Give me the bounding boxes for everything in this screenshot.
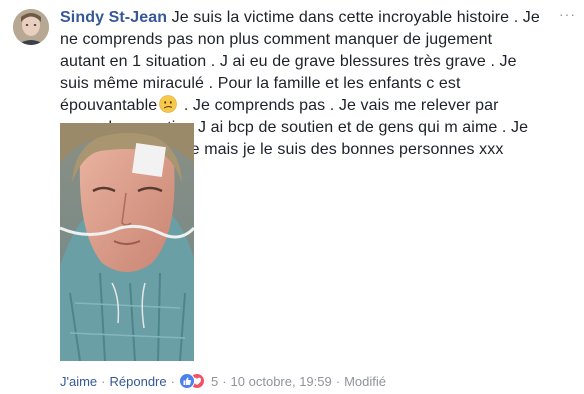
timestamp[interactable]: 10 octobre, 19:59 bbox=[231, 374, 332, 389]
author-name[interactable]: Sindy St-Jean bbox=[60, 9, 167, 26]
attached-photo[interactable] bbox=[60, 123, 194, 361]
separator: · bbox=[101, 374, 106, 389]
separator: · bbox=[170, 374, 175, 389]
confused-face-emoji-icon bbox=[159, 95, 178, 113]
comment-actions: J'aime · Répondre · 5 · 10 octobre, 19:59 · Modi… bbox=[60, 373, 386, 391]
avatar[interactable] bbox=[13, 9, 49, 45]
like-reaction-icon bbox=[178, 373, 195, 389]
edited-label[interactable]: Modifié bbox=[344, 374, 386, 389]
separator: · bbox=[222, 374, 227, 389]
reaction-count[interactable]: 5 bbox=[211, 374, 218, 389]
reply-link[interactable]: Répondre bbox=[110, 374, 167, 389]
like-link[interactable]: J'aime bbox=[60, 374, 97, 389]
comment: Sindy St-Jean Je suis la victime dans ce… bbox=[0, 0, 584, 394]
more-options-icon[interactable]: ··· bbox=[559, 6, 576, 22]
separator: · bbox=[335, 374, 341, 389]
reactions-summary[interactable] bbox=[178, 373, 209, 389]
